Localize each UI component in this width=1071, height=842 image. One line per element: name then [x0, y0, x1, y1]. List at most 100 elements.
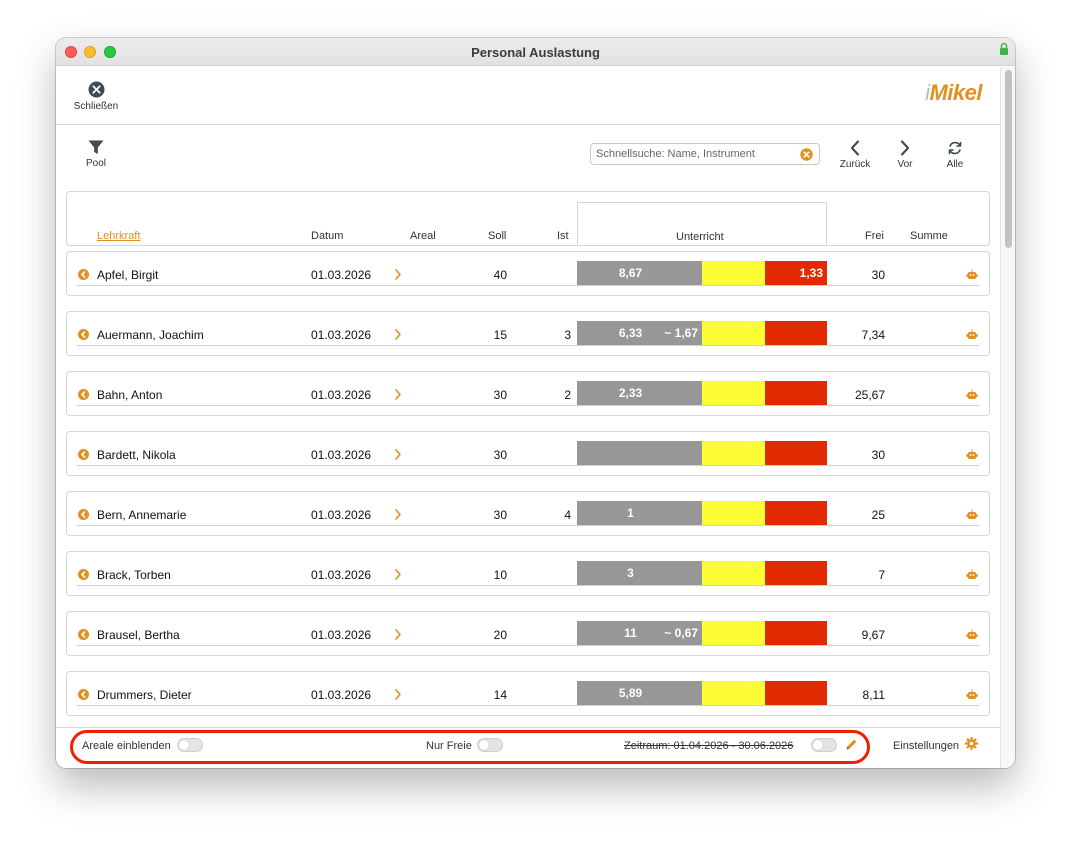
bar-red-segment: [765, 381, 827, 405]
back-label: Zurück: [839, 159, 871, 170]
row-divider: [77, 465, 979, 466]
bar-yellow-segment: [702, 261, 765, 285]
column-header-soll: Soll: [488, 230, 507, 242]
row-soll: 40: [493, 268, 507, 282]
robot-icon[interactable]: [966, 389, 978, 400]
table-row[interactable]: Bardett, Nikola 01.03.2026 30 30: [66, 431, 990, 476]
row-name: Auermann, Joachim: [97, 328, 204, 342]
row-name: Apfel, Birgit: [97, 268, 159, 282]
row-frei: 8,11: [862, 688, 885, 702]
row-soll: 20: [493, 628, 507, 642]
robot-icon[interactable]: [966, 689, 978, 700]
arrow-left-circle-icon[interactable]: [78, 269, 89, 280]
close-button-label: Schließen: [73, 101, 119, 112]
table-row[interactable]: Drummers, Dieter 01.03.2026 14 5,89 8,11: [66, 671, 990, 716]
row-soll: 30: [493, 508, 507, 522]
unterricht-bar: 2,33: [577, 381, 827, 405]
chevron-right-icon[interactable]: [394, 389, 402, 400]
bar-yellow-segment: [702, 621, 765, 645]
arrow-left-circle-icon[interactable]: [78, 629, 89, 640]
bar-red-value: 1,33: [799, 266, 823, 280]
arrow-left-circle-icon[interactable]: [78, 509, 89, 520]
row-soll: 30: [493, 448, 507, 462]
chevron-right-icon[interactable]: [394, 449, 402, 460]
row-divider: [77, 405, 979, 406]
refresh-icon: [948, 141, 962, 155]
row-soll: 15: [493, 328, 507, 342]
row-divider: [77, 585, 979, 586]
forward-button[interactable]: Vor: [890, 140, 920, 170]
bar-yellow-segment: [702, 681, 765, 705]
nur-freie-label: Nur Freie: [426, 740, 472, 752]
lock-icon: [1000, 42, 1008, 55]
bar-grey-value: 1: [627, 506, 634, 520]
arrow-left-circle-icon[interactable]: [78, 689, 89, 700]
row-date: 01.03.2026: [311, 388, 372, 402]
row-divider: [77, 345, 979, 346]
bar-yellow-segment: [702, 561, 765, 585]
all-button[interactable]: Alle: [940, 140, 970, 170]
row-ist: 2: [564, 388, 571, 402]
unterricht-bar: 11 ~ 0,67: [577, 621, 827, 645]
robot-icon[interactable]: [966, 569, 978, 580]
row-divider: [77, 705, 979, 706]
robot-icon[interactable]: [966, 329, 978, 340]
table-header: Lehrkraft Datum Areal Soll Ist Unterrich…: [66, 191, 990, 246]
chevron-right-icon[interactable]: [394, 269, 402, 280]
zeitraum-toggle[interactable]: [811, 738, 837, 752]
table-row[interactable]: Bern, Annemarie 01.03.2026 30 4 1 25: [66, 491, 990, 536]
title-bar: Personal Auslastung: [56, 38, 1015, 66]
row-frei: 25: [871, 508, 885, 522]
column-header-lehrkraft[interactable]: Lehrkraft: [97, 230, 140, 242]
clear-search-icon[interactable]: [800, 148, 813, 161]
chevron-right-icon: [900, 140, 910, 156]
arrow-left-circle-icon[interactable]: [78, 389, 89, 400]
arrow-left-circle-icon[interactable]: [78, 569, 89, 580]
unterricht-bar: 3: [577, 561, 827, 585]
areale-label: Areale einblenden: [82, 740, 171, 752]
bar-grey-segment: 8,67: [577, 261, 702, 285]
bar-yellow-segment: [702, 441, 765, 465]
table-row[interactable]: Apfel, Birgit 01.03.2026 40 8,67 1,33 30: [66, 251, 990, 296]
chevron-right-icon[interactable]: [394, 689, 402, 700]
table-row[interactable]: Brausel, Bertha 01.03.2026 20 11 ~ 0,67 …: [66, 611, 990, 656]
column-header-frei: Frei: [865, 230, 884, 242]
bar-grey-segment: [577, 441, 702, 465]
areale-toggle[interactable]: [177, 738, 203, 752]
chevron-left-icon: [850, 140, 860, 156]
bar-approx-value: ~ 0,67: [664, 626, 698, 640]
pool-button[interactable]: Pool: [78, 140, 114, 169]
chevron-right-icon[interactable]: [394, 629, 402, 640]
robot-icon[interactable]: [966, 269, 978, 280]
bar-grey-segment: 3: [577, 561, 702, 585]
search-input[interactable]: [591, 144, 791, 164]
table-row[interactable]: Bahn, Anton 01.03.2026 30 2 2,33 25,67: [66, 371, 990, 416]
robot-icon[interactable]: [966, 629, 978, 640]
settings-label[interactable]: Einstellungen: [893, 740, 959, 752]
row-name: Brack, Torben: [97, 568, 171, 582]
close-button[interactable]: Schließen: [68, 81, 124, 112]
table-row[interactable]: Auermann, Joachim 01.03.2026 15 3 6,33 ~…: [66, 311, 990, 356]
chevron-right-icon[interactable]: [394, 569, 402, 580]
filter-toolbar: Pool Zurück Vor: [56, 126, 1000, 186]
nur-freie-toggle[interactable]: [477, 738, 503, 752]
arrow-left-circle-icon[interactable]: [78, 449, 89, 460]
chevron-right-icon[interactable]: [394, 509, 402, 520]
table-row[interactable]: Brack, Torben 01.03.2026 10 3 7: [66, 551, 990, 596]
row-name: Drummers, Dieter: [97, 688, 192, 702]
bar-red-segment: [765, 681, 827, 705]
robot-icon[interactable]: [966, 509, 978, 520]
row-date: 01.03.2026: [311, 628, 372, 642]
robot-icon[interactable]: [966, 449, 978, 460]
back-button[interactable]: Zurück: [836, 140, 874, 170]
scrollbar-thumb[interactable]: [1005, 70, 1012, 248]
app-window: Personal Auslastung Schließen iMikel Poo…: [56, 38, 1015, 768]
pencil-icon[interactable]: [845, 738, 858, 751]
vertical-scrollbar[interactable]: [1000, 67, 1015, 768]
bar-yellow-segment: [702, 501, 765, 525]
gear-icon[interactable]: [965, 737, 978, 750]
chevron-right-icon[interactable]: [394, 329, 402, 340]
unterricht-bar: [577, 441, 827, 465]
row-date: 01.03.2026: [311, 568, 372, 582]
arrow-left-circle-icon[interactable]: [78, 329, 89, 340]
